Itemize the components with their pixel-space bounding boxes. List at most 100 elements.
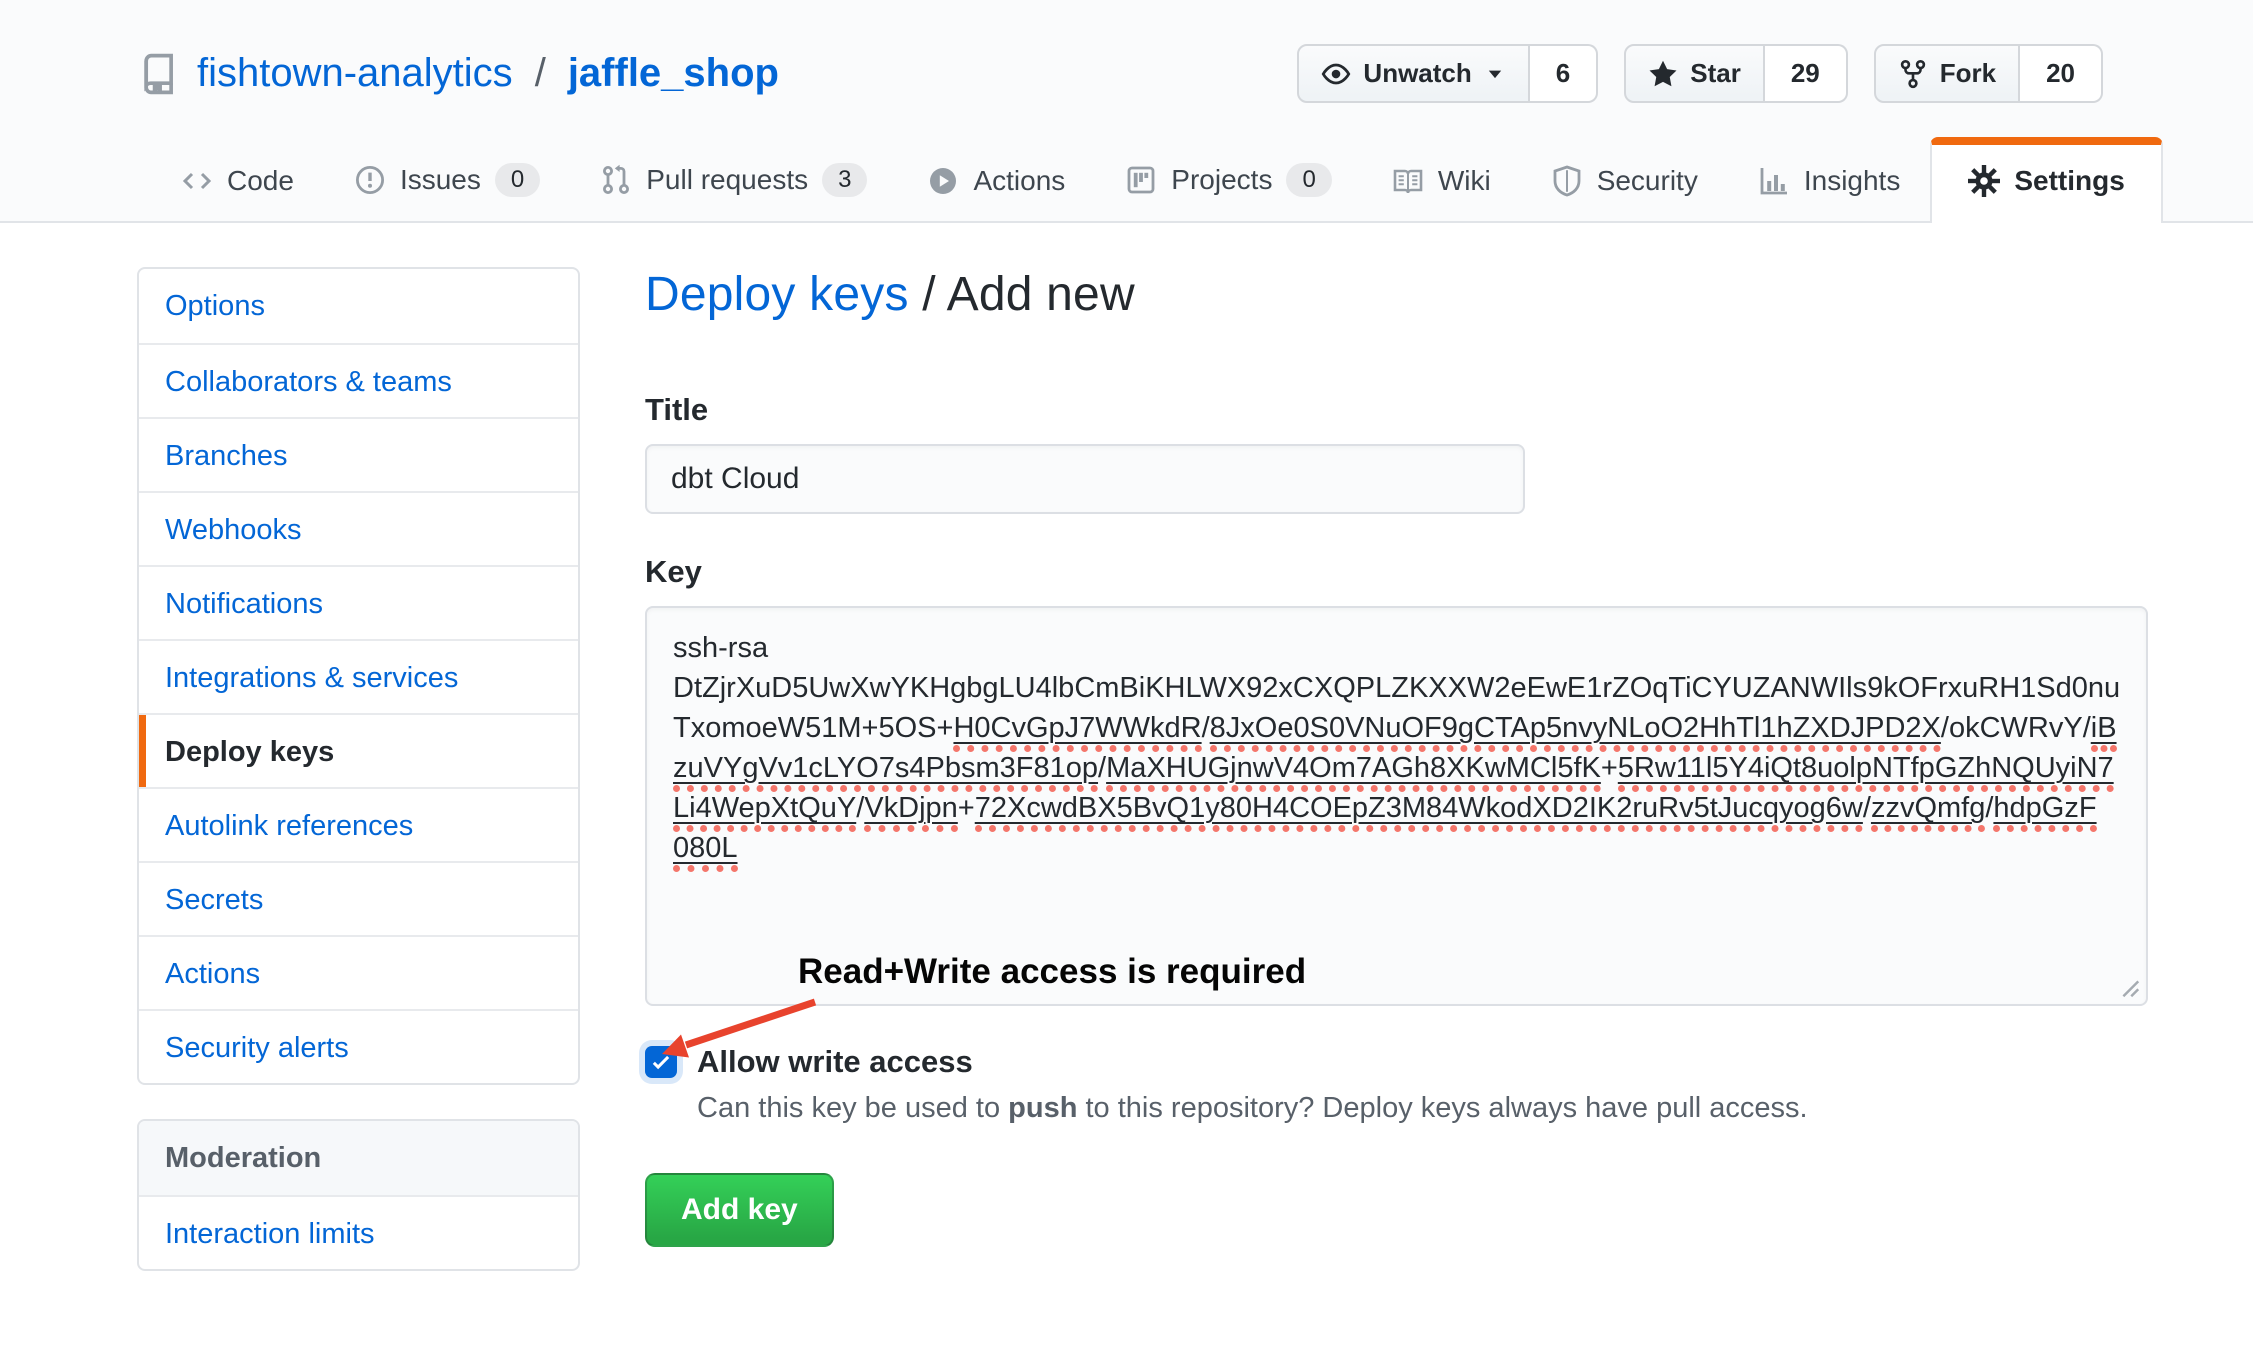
sidebar-item-integrations-services[interactable]: Integrations & services xyxy=(139,639,578,713)
check-icon xyxy=(650,1051,672,1073)
resize-handle-icon[interactable] xyxy=(2112,970,2140,998)
star-icon xyxy=(1648,59,1678,89)
issue-icon xyxy=(354,164,386,196)
tab-label: Settings xyxy=(2014,165,2124,197)
key-textarea[interactable]: ssh-rsa DtZjrXuD5UwXwYKHgbgLU4lbCmBiKHLWX… xyxy=(645,606,2148,1006)
key-text-line: ssh-rsa xyxy=(673,628,2120,668)
page-title: Deploy keys / Add new xyxy=(645,267,2148,322)
unwatch-count[interactable]: 6 xyxy=(1530,44,1598,103)
deploy-keys-breadcrumb-link[interactable]: Deploy keys xyxy=(645,268,909,321)
eye-icon xyxy=(1321,59,1351,89)
sidebar-item-actions[interactable]: Actions xyxy=(139,935,578,1009)
key-text-segment: okCWRvY xyxy=(1949,712,2083,744)
sidebar-item-collaborators-teams[interactable]: Collaborators & teams xyxy=(139,343,578,417)
key-text-line: Li4WepXtQuY/VkDjpn+72XcwdBX5BvQ1y80H4COE… xyxy=(673,788,2120,828)
tab-insights[interactable]: Insights xyxy=(1728,141,1931,221)
key-text-misspelled-segment: VkDjpn xyxy=(864,792,958,832)
unwatch-button[interactable]: Unwatch xyxy=(1297,44,1529,103)
tab-security[interactable]: Security xyxy=(1521,141,1728,221)
key-text-line: zuVYgVv1cLYO7s4Pbsm3F81op/MaXHUGjnwV4Om7… xyxy=(673,748,2120,788)
key-text-line: DtZjrXuD5UwXwYKHgbgLU4lbCmBiKHLWX92xCXQP… xyxy=(673,668,2120,708)
star-button[interactable]: Star xyxy=(1624,44,1765,103)
tab-count-badge: 3 xyxy=(822,163,867,197)
key-text-segment: + xyxy=(958,792,975,824)
key-text-segment: / xyxy=(1863,792,1871,824)
key-text-misspelled-segment: 72XcwdBX5BvQ1y80H4COEpZ3M84WkodXD2IK2ruR… xyxy=(975,792,1863,832)
fork-count[interactable]: 20 xyxy=(2020,44,2103,103)
key-text-misspelled-segment: hdpGzF xyxy=(1993,792,2096,832)
sidebar-item-options[interactable]: Options xyxy=(139,269,578,343)
key-text-misspelled-segment: MaXHUGjnwV4Om7AGh8XKwMCl5fK xyxy=(1106,752,1601,792)
tab-label: Pull requests xyxy=(646,164,808,196)
key-text-segment: / xyxy=(1202,712,1210,744)
sidebar-item-interaction-limits[interactable]: Interaction limits xyxy=(139,1195,578,1269)
main-panel: Deploy keys / Add new Title Key ssh-rsaD… xyxy=(645,267,2148,1271)
title-field-label: Title xyxy=(645,392,2148,428)
sidebar-item-deploy-keys[interactable]: Deploy keys xyxy=(139,713,578,787)
play-icon xyxy=(927,165,959,197)
key-text-misspelled-segment: iB xyxy=(2091,712,2117,752)
allow-write-access-label[interactable]: Allow write access xyxy=(697,1044,973,1080)
key-text-line: TxomoeW51M+5OS+H0CvGpJ7WWkdR/8JxOe0S0VNu… xyxy=(673,708,2120,748)
tab-issues[interactable]: Issues 0 xyxy=(324,139,570,221)
sidebar-item-secrets[interactable]: Secrets xyxy=(139,861,578,935)
tab-count-badge: 0 xyxy=(1286,163,1331,197)
project-icon xyxy=(1125,164,1157,196)
key-text-misspelled-segment: zzvQmfg xyxy=(1871,792,1985,832)
tab-label: Code xyxy=(227,165,294,197)
sidebar-item-security-alerts[interactable]: Security alerts xyxy=(139,1009,578,1083)
repo-owner-link[interactable]: fishtown-analytics xyxy=(197,51,513,96)
tab-label: Wiki xyxy=(1438,165,1491,197)
fork-icon xyxy=(1898,59,1928,89)
fork-button-group: Fork 20 xyxy=(1874,44,2103,103)
tab-label: Issues xyxy=(400,164,481,196)
tab-label: Insights xyxy=(1804,165,1901,197)
caret-down-icon xyxy=(1484,63,1506,85)
star-button-group: Star29 xyxy=(1624,44,1848,103)
star-count[interactable]: 29 xyxy=(1765,44,1848,103)
add-key-button[interactable]: Add key xyxy=(645,1173,834,1247)
key-text-line: 080L xyxy=(673,828,2120,868)
repo-nav-tabs: Code Issues 0 Pull requests 3 Actions Projects… xyxy=(0,137,2253,223)
fork-button[interactable]: Fork xyxy=(1874,44,2020,103)
tab-projects[interactable]: Projects0 xyxy=(1095,139,1362,221)
repo-name-link[interactable]: jaffle_shop xyxy=(568,51,779,96)
sidebar-item-webhooks[interactable]: Webhooks xyxy=(139,491,578,565)
repo-icon xyxy=(137,53,179,95)
settings-sidebar: OptionsCollaborators & teamsBranchesWebh… xyxy=(137,267,580,1271)
fork-label: Fork xyxy=(1940,58,1996,89)
tab-actions[interactable]: Actions xyxy=(897,141,1095,221)
key-text-misspelled-segment: zuVYgVv1cLYO7s4Pbsm3F81op xyxy=(673,752,1098,792)
annotation-text: Read+Write access is required xyxy=(798,952,1306,992)
key-text-segment: DtZjrXuD5UwXwYKHgbgLU4lbCmBiKHLWX92xCXQP… xyxy=(673,672,2120,704)
sidebar-section-header: Moderation xyxy=(139,1121,578,1195)
allow-write-access-checkbox[interactable] xyxy=(645,1046,677,1078)
sidebar-item-autolink-references[interactable]: Autolink references xyxy=(139,787,578,861)
key-text-misspelled-segment: Li4WepXtQuY xyxy=(673,792,856,832)
sidebar-section: ModerationInteraction limits xyxy=(137,1119,580,1271)
shield-icon xyxy=(1551,165,1583,197)
key-text-segment: / xyxy=(2083,712,2091,744)
breadcrumb-current: Add new xyxy=(947,268,1135,321)
graph-icon xyxy=(1758,165,1790,197)
tab-wiki[interactable]: Wiki xyxy=(1362,141,1521,221)
tab-count-badge: 0 xyxy=(495,163,540,197)
tab-label: Actions xyxy=(973,165,1065,197)
key-text-segment: + xyxy=(1601,752,1618,784)
key-text-misspelled-segment: 8JxOe0S0VNuOF9gCTAp5nvyNLoO2HhTl1hZXDJPD… xyxy=(1210,712,1941,752)
code-icon xyxy=(181,165,213,197)
key-text-misspelled-segment: H0CvGpJ7WWkdR xyxy=(953,712,1201,752)
tab-settings[interactable]: Settings xyxy=(1930,137,2162,223)
unwatch-label: Unwatch xyxy=(1363,58,1471,89)
sidebar-item-notifications[interactable]: Notifications xyxy=(139,565,578,639)
key-text-segment: ssh-rsa xyxy=(673,632,768,664)
wiki-icon xyxy=(1392,165,1424,197)
tab-pull-requests[interactable]: Pull requests 3 xyxy=(570,139,897,221)
repo-separator: / xyxy=(531,51,550,96)
pull-request-icon xyxy=(600,164,632,196)
github-settings-page: fishtown-analytics / jaffle_shop Unwatch… xyxy=(0,0,2253,1364)
breadcrumb-separator: / xyxy=(909,268,947,321)
tab-code[interactable]: Code xyxy=(151,141,324,221)
sidebar-item-branches[interactable]: Branches xyxy=(139,417,578,491)
title-input[interactable] xyxy=(645,444,1525,514)
